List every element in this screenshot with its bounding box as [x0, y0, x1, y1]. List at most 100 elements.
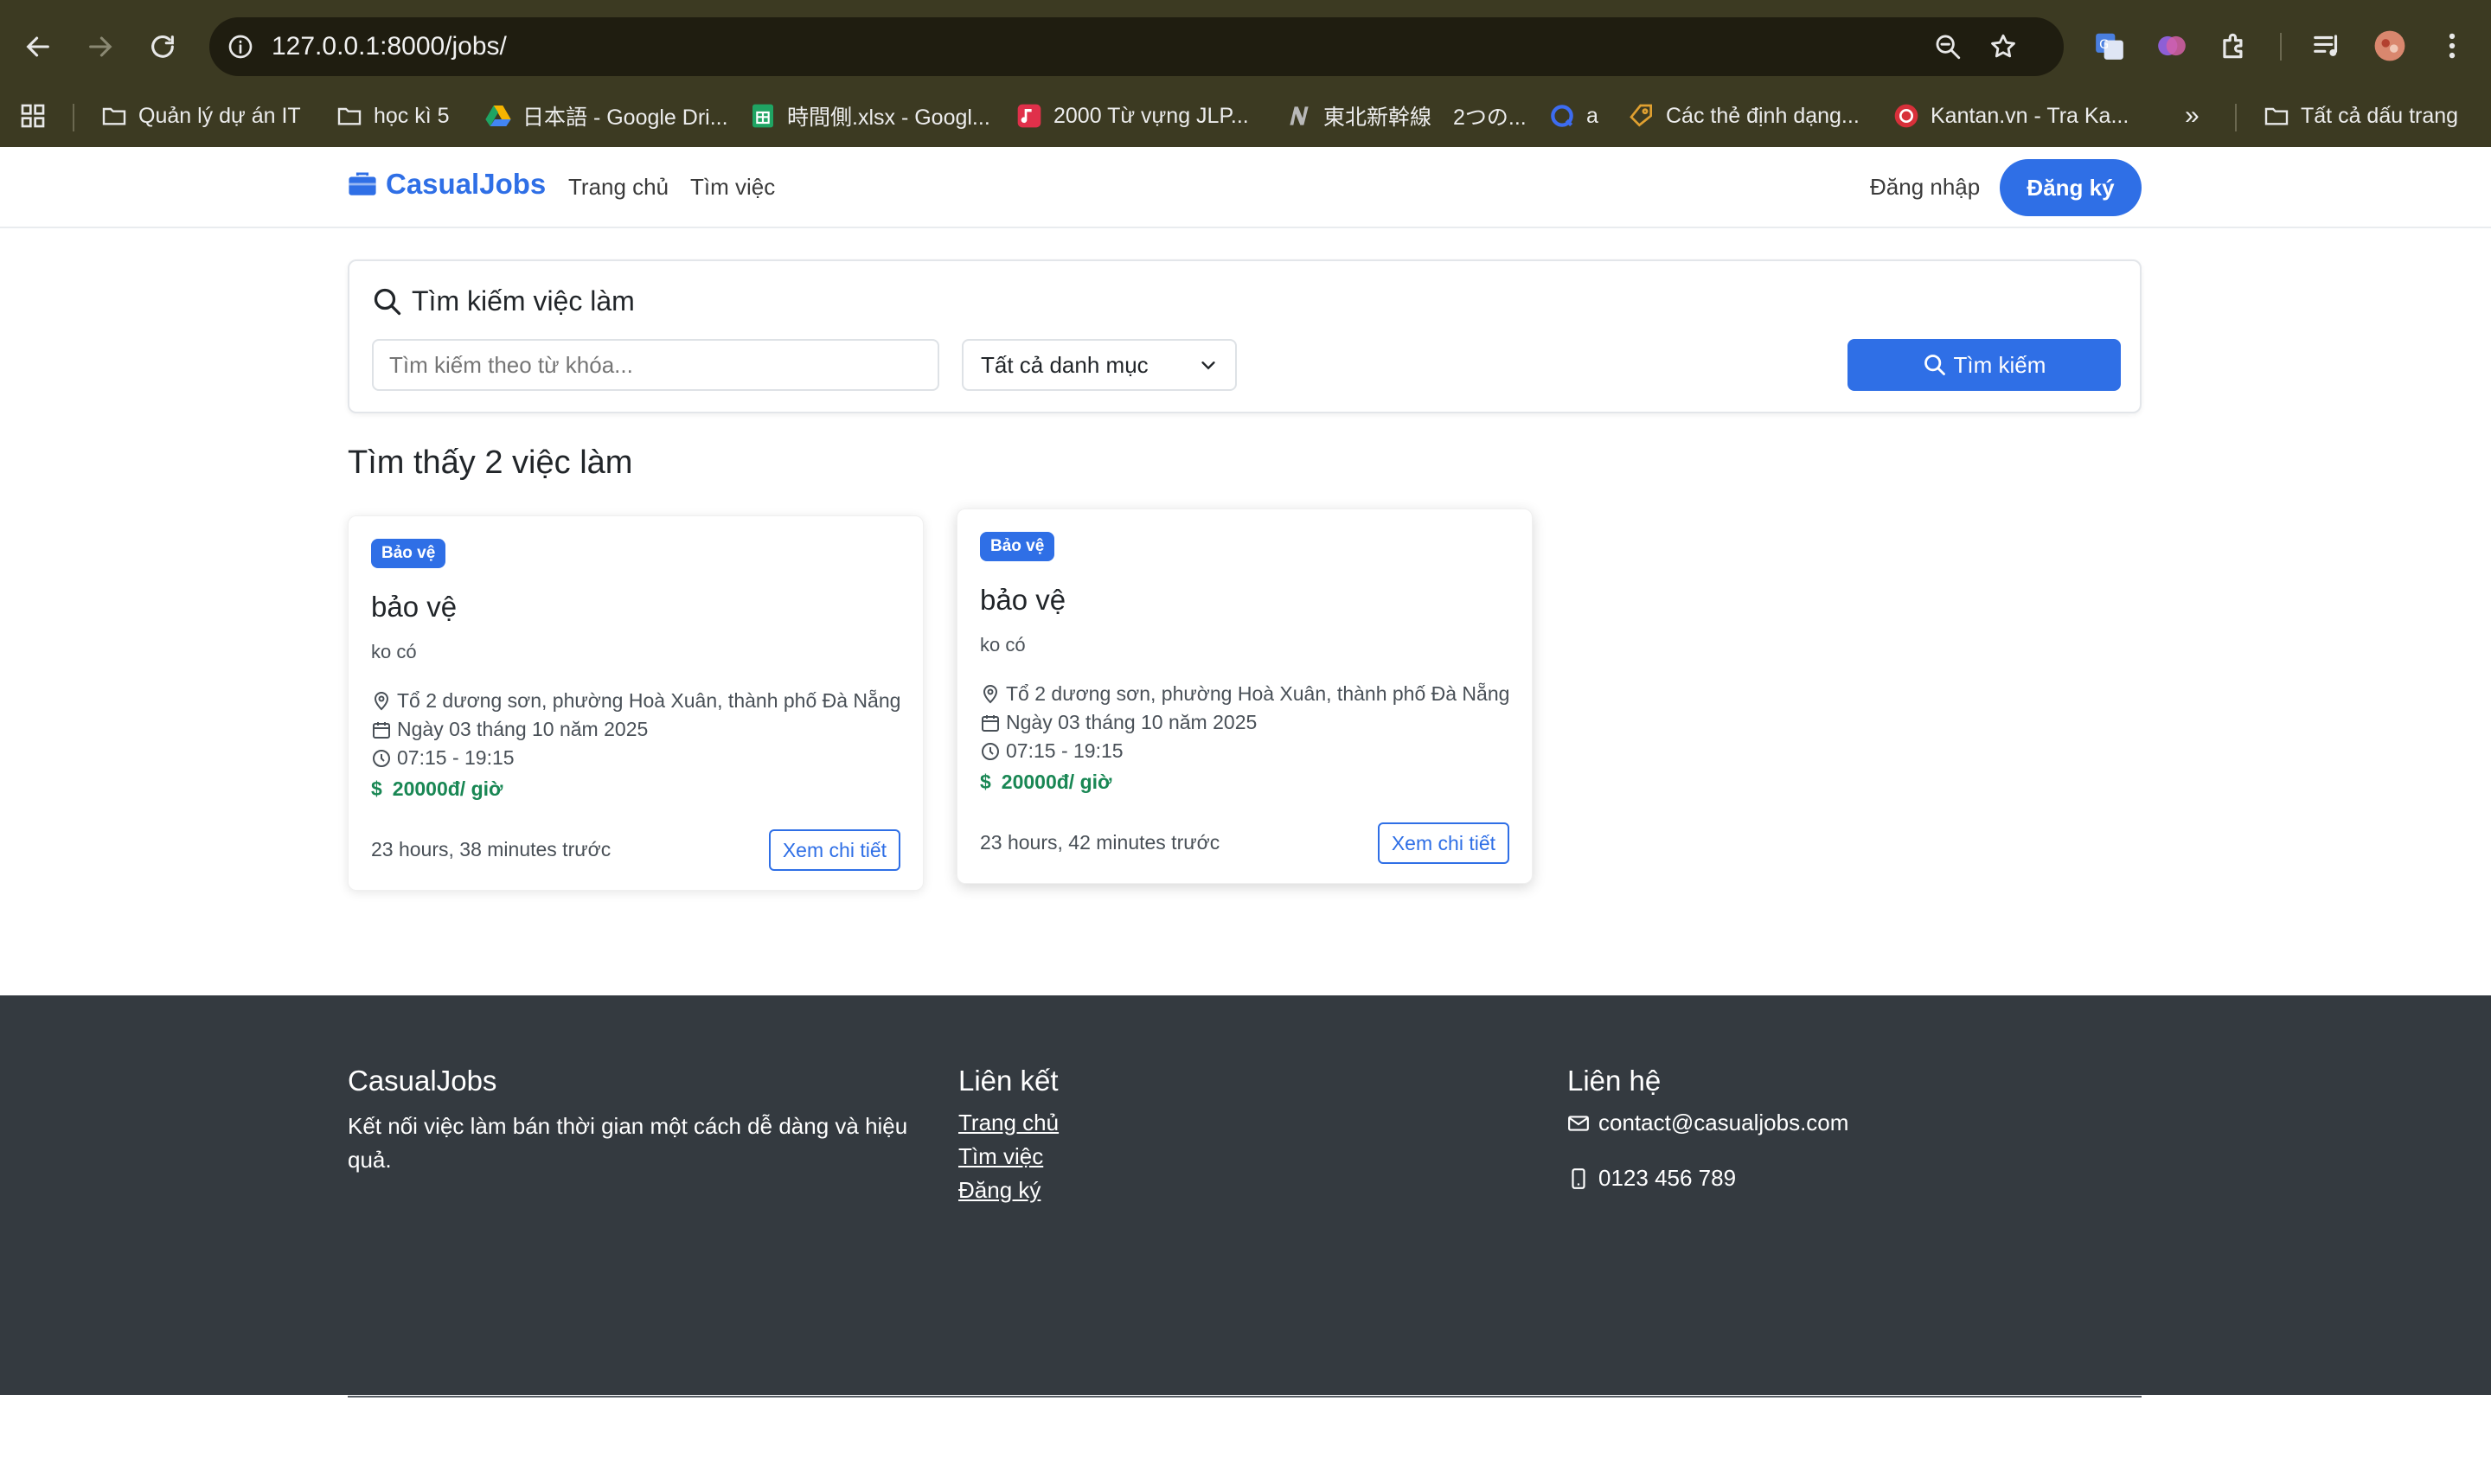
briefcase-icon: [349, 172, 376, 195]
job-date: Ngày 03 tháng 10 năm 2025: [980, 711, 1257, 734]
map-pin-icon: [983, 684, 998, 703]
job-salary: $ 20000đ/ giờ: [371, 777, 503, 801]
bookmark-label: 2000 Từ vựng JLP...: [1053, 103, 1249, 128]
brain-extension-icon[interactable]: [2154, 28, 2190, 64]
music-note-icon: [1017, 104, 1041, 128]
bookmark-label: Các thẻ định dạng...: [1666, 103, 1860, 128]
map-pin-icon: [374, 691, 389, 710]
job-time-text: 07:15 - 19:15: [1006, 739, 1124, 762]
reload-icon: [151, 35, 174, 58]
folder-icon: [102, 107, 126, 125]
footer-copyright: © 2025 CasualJobs. All rights reserved.: [1048, 1436, 1443, 1462]
bookmark-item[interactable]: 時間側.xlsx - Googl...: [749, 100, 990, 131]
category-badge: Bảo vệ: [371, 539, 446, 568]
bookmark-item[interactable]: Các thẻ định dạng...: [1628, 100, 1860, 131]
job-card: Bảo vệ bảo vệ ko có Tổ 2 dương sơn, phườ…: [348, 515, 924, 891]
search-panel: Tìm kiếm việc làm Tất cả danh mục Tìm ki…: [348, 259, 2142, 413]
brand-logo[interactable]: CasualJobs: [348, 168, 546, 201]
brand-name: CasualJobs: [386, 168, 547, 200]
footer-link-find-jobs[interactable]: Tìm việc: [958, 1143, 1043, 1170]
clock-icon: [373, 749, 390, 767]
bookmark-item[interactable]: học kì 5: [336, 100, 450, 131]
site-info-icon[interactable]: [221, 28, 259, 66]
browser-menu-icon[interactable]: [2434, 28, 2470, 64]
job-location-text: Tổ 2 dương sơn, phường Hoà Xuân, thành p…: [1006, 682, 1510, 705]
google-drive-icon: [485, 106, 511, 126]
clock-icon: [982, 742, 999, 760]
dollar-icon: $: [980, 771, 991, 793]
footer-phone: 0123 456 789: [1567, 1165, 1736, 1192]
job-location: Tổ 2 dương sơn, phường Hoà Xuân, thành p…: [980, 682, 1509, 706]
site-navbar: CasualJobs Trang chủ Tìm việc Đăng nhập …: [0, 147, 2491, 228]
media-control-icon[interactable]: [2309, 28, 2346, 64]
footer-link-home[interactable]: Trang chủ: [958, 1110, 1059, 1136]
all-bookmarks-label: Tất cả dấu trang: [2301, 103, 2459, 128]
job-date-text: Ngày 03 tháng 10 năm 2025: [1006, 711, 1258, 733]
back-button[interactable]: [14, 22, 62, 71]
address-bar[interactable]: 127.0.0.1:8000/jobs/: [209, 17, 2064, 76]
keyword-search-input[interactable]: [372, 339, 939, 391]
forward-button[interactable]: [76, 22, 125, 71]
search-panel-title: Tìm kiếm việc làm: [372, 285, 635, 317]
bookmark-item[interactable]: a: [1548, 100, 1598, 131]
folder-icon: [2264, 107, 2289, 125]
bookmark-label: 日本語 - Google Dri...: [522, 106, 728, 130]
bookmark-item[interactable]: 日本語 - Google Dri...: [484, 100, 728, 131]
category-selected-value: Tất cả danh mục: [981, 351, 1149, 378]
footer-tagline: Kết nối việc làm bán thời gian một cách …: [348, 1113, 908, 1173]
footer-divider: [348, 1396, 2142, 1398]
category-badge: Bảo vệ: [980, 532, 1055, 561]
zoom-icon[interactable]: [1931, 29, 1965, 64]
bookmark-star-icon[interactable]: [1986, 29, 2020, 64]
bookmark-label: Quản lý dự án IT: [138, 103, 301, 128]
nav-home-link[interactable]: Trang chủ: [568, 174, 669, 201]
footer-links-heading: Liên kết: [958, 1065, 1059, 1097]
job-salary-text: 20000đ/ giờ: [392, 777, 503, 800]
google-translate-icon[interactable]: G: [2091, 28, 2128, 64]
extensions-puzzle-icon[interactable]: [2216, 28, 2252, 64]
reload-button[interactable]: [138, 22, 187, 71]
footer-email: contact@casualjobs.com: [1567, 1110, 1848, 1136]
toolbar-divider: [2280, 33, 2282, 61]
footer-phone-text: 0123 456 789: [1598, 1165, 1737, 1191]
svg-text:G: G: [2099, 38, 2109, 52]
view-detail-button[interactable]: Xem chi tiết: [768, 829, 900, 871]
login-link[interactable]: Đăng nhập: [1870, 174, 1980, 201]
bookmark-label: học kì 5: [374, 103, 450, 128]
all-bookmarks-item[interactable]: Tất cả dấu trang: [2263, 100, 2458, 131]
profile-avatar[interactable]: [2372, 28, 2408, 64]
register-button[interactable]: Đăng ký: [2000, 159, 2142, 216]
google-sheets-icon: [752, 104, 773, 128]
bookmark-item[interactable]: 2000 Từ vựng JLP...: [1015, 100, 1249, 131]
nav-find-jobs-link[interactable]: Tìm việc: [690, 174, 775, 201]
search-button-label: Tìm kiếm: [1953, 351, 2046, 378]
job-description: ko có: [371, 641, 417, 662]
arrow-right-icon: [89, 36, 112, 57]
bookmarks-bar: Quản lý dự án IT học kì 5 日本語 - Google D…: [0, 93, 2491, 137]
results-count-heading: Tìm thấy 2 việc làm: [348, 445, 633, 481]
footer-email-text: contact@casualjobs.com: [1598, 1110, 1849, 1135]
url-text[interactable]: 127.0.0.1:8000/jobs/: [272, 32, 507, 61]
job-posted-time: 23 hours, 38 minutes trước: [371, 838, 612, 860]
footer-contact-heading: Liên hệ: [1567, 1065, 1662, 1097]
site-footer: CasualJobs Kết nối việc làm bán thời gia…: [0, 995, 2491, 1462]
job-title[interactable]: bảo vệ: [371, 591, 457, 624]
bookmark-item[interactable]: Kantan.vn - Tra Ka...: [1892, 100, 2129, 131]
apps-grid-icon[interactable]: [19, 100, 47, 131]
job-time-text: 07:15 - 19:15: [397, 746, 515, 769]
page-content: CasualJobs Trang chủ Tìm việc Đăng nhập …: [0, 147, 2491, 1484]
footer-link-register[interactable]: Đăng ký: [958, 1177, 1041, 1204]
job-salary-text: 20000đ/ giờ: [1001, 771, 1112, 793]
job-date: Ngày 03 tháng 10 năm 2025: [371, 718, 648, 741]
folder-icon: [337, 107, 362, 125]
job-title[interactable]: bảo vệ: [980, 584, 1066, 617]
search-title-text: Tìm kiếm việc làm: [412, 285, 635, 317]
bookmark-item[interactable]: Quản lý dự án IT: [100, 100, 301, 131]
search-button[interactable]: Tìm kiếm: [1847, 339, 2121, 391]
bookmark-divider: [2235, 104, 2237, 131]
view-detail-button[interactable]: Xem chi tiết: [1377, 822, 1509, 864]
browser-chrome: 127.0.0.1:8000/jobs/ G Quản lý dự án IT …: [0, 0, 2491, 147]
category-select[interactable]: Tất cả danh mục: [962, 339, 1237, 391]
bookmark-item[interactable]: 東北新幹線 2つの...: [1285, 100, 1527, 131]
more-bookmarks-button[interactable]: »: [2185, 100, 2200, 131]
